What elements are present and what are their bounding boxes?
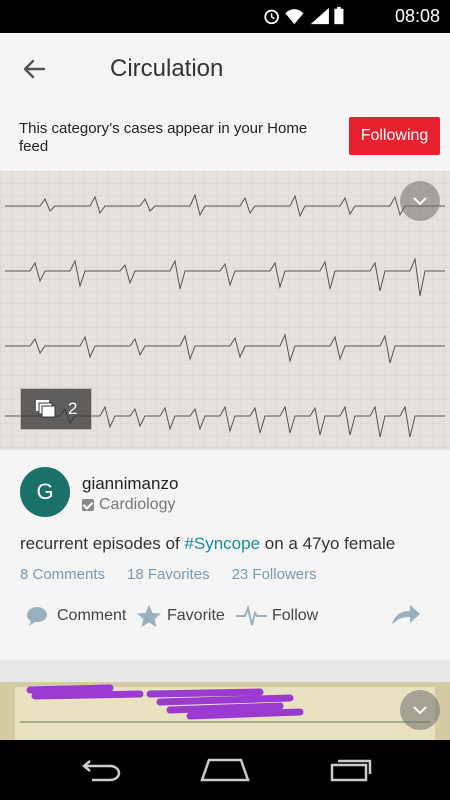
follow-label: Follow: [272, 607, 319, 624]
followers-count[interactable]: 23 Followers: [232, 566, 317, 583]
comment-icon: [27, 607, 47, 626]
category-label: Cardiology: [99, 496, 176, 513]
favorites-count[interactable]: 18 Favorites: [127, 566, 210, 583]
description-prefix: recurrent episodes of: [20, 534, 185, 553]
comment-label: Comment: [57, 607, 127, 624]
back-nav-icon[interactable]: [78, 760, 122, 782]
star-icon: [137, 605, 161, 627]
gallery-icon: [36, 400, 56, 418]
status-bar: 08:08: [0, 0, 450, 33]
author-category[interactable]: Cardiology: [82, 496, 175, 514]
author-username[interactable]: giannimanzo: [82, 474, 178, 494]
next-case-thumbnail: [0, 682, 450, 740]
page-title: Circulation: [110, 55, 224, 82]
chevron-down-icon: [413, 197, 427, 206]
case-menu-button[interactable]: [400, 181, 440, 221]
follow-description: This category’s cases appear in your Hom…: [19, 120, 308, 155]
app-bar: Circulation: [0, 33, 450, 105]
comments-count[interactable]: 8 Comments: [20, 566, 105, 583]
description-suffix: on a 47yo female: [260, 534, 396, 553]
wifi-icon: [285, 9, 304, 25]
signal-icon: [310, 7, 329, 25]
system-nav-bar: [0, 740, 450, 800]
following-button[interactable]: Following: [349, 117, 440, 155]
image-count-badge[interactable]: 2: [20, 388, 92, 430]
comment-button[interactable]: Comment: [25, 600, 126, 632]
case-description: recurrent episodes of #Syncope on a 47yo…: [20, 534, 395, 554]
share-icon[interactable]: [390, 603, 422, 627]
next-case-image[interactable]: [0, 682, 450, 740]
recents-nav-icon[interactable]: [328, 756, 374, 782]
alarm-icon: [264, 9, 279, 25]
case-card: G giannimanzo Cardiology recurrent episo…: [0, 450, 450, 660]
case-image[interactable]: 2: [0, 171, 450, 450]
heartbeat-icon: [236, 604, 267, 626]
hashtag-link[interactable]: #Syncope: [184, 534, 260, 553]
avatar[interactable]: G: [20, 467, 70, 517]
status-icons: [264, 6, 344, 25]
favorite-button[interactable]: Favorite: [136, 600, 225, 632]
battery-icon: [334, 6, 344, 25]
next-case-menu-button[interactable]: [400, 690, 440, 730]
follow-banner: This category’s cases appear in your Hom…: [0, 105, 450, 171]
follow-button[interactable]: Follow: [235, 600, 318, 632]
check-icon: [82, 499, 94, 511]
favorite-label: Favorite: [167, 607, 225, 624]
case-stats: 8 Comments 18 Favorites 23 Followers: [20, 566, 339, 583]
clock: 08:08: [394, 6, 440, 26]
image-count: 2: [68, 399, 78, 418]
home-nav-icon[interactable]: [200, 758, 250, 782]
case-actions: Comment Favorite Follow: [0, 600, 450, 632]
chevron-down-icon: [413, 706, 427, 715]
back-arrow-icon[interactable]: [18, 53, 50, 85]
